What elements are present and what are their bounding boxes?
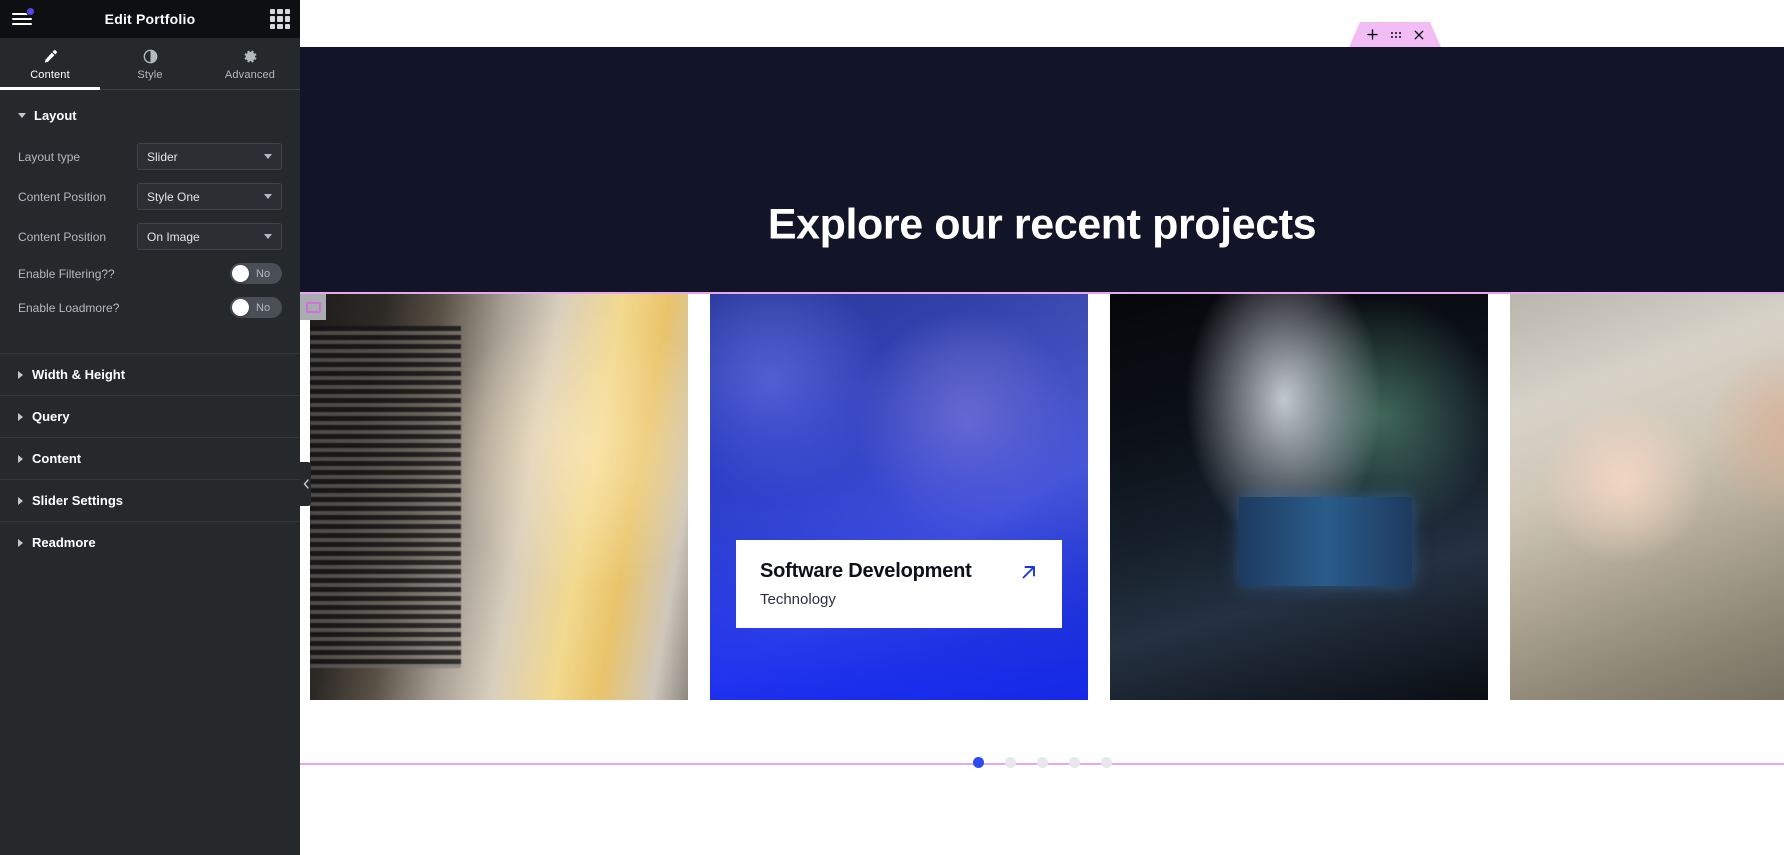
panel-body: Layout Layout type Slider Content Positi…: [0, 90, 300, 855]
hero-band: Explore our recent projects: [300, 47, 1784, 293]
tab-advanced-label: Advanced: [224, 69, 276, 81]
slide-item[interactable]: [310, 294, 688, 700]
pagination-dot[interactable]: [972, 757, 984, 768]
slide-image: [310, 294, 688, 700]
chevron-down-icon: [264, 154, 272, 159]
content-position-placement-value: On Image: [147, 229, 200, 244]
slide-item[interactable]: Software Development Technology: [710, 294, 1088, 700]
section-layout-header[interactable]: Layout: [18, 108, 282, 123]
pagination-dot[interactable]: [1100, 757, 1112, 768]
control-enable-filtering: Enable Filtering?? No: [18, 263, 282, 284]
panel-header: Edit Portfolio: [0, 0, 300, 38]
tab-advanced[interactable]: Advanced: [200, 38, 300, 89]
chevron-right-icon: [18, 370, 23, 379]
control-layout-type-label: Layout type: [18, 149, 81, 164]
control-content-position-style-label: Content Position: [18, 189, 107, 204]
control-enable-filtering-label: Enable Filtering??: [18, 266, 115, 281]
hero-heading: Explore our recent projects: [767, 200, 1317, 249]
slide-category: Technology: [760, 591, 836, 608]
hamburger-menu-icon[interactable]: [10, 6, 36, 32]
arrow-up-right-icon[interactable]: [1004, 561, 1040, 583]
chevron-left-icon: [303, 479, 309, 489]
drag-handle-icon[interactable]: [1391, 32, 1401, 38]
pencil-icon: [43, 49, 58, 64]
slide-image: [1510, 294, 1784, 700]
chevron-down-icon: [264, 194, 272, 199]
section-query[interactable]: Query: [0, 395, 300, 437]
chevron-right-icon: [18, 454, 23, 463]
panel-tabs: Content Style Advanced: [0, 38, 300, 90]
content-position-placement-select[interactable]: On Image: [137, 223, 282, 250]
section-readmore-label: Readmore: [32, 535, 96, 550]
tab-content[interactable]: Content: [0, 38, 100, 90]
elementor-editor: Edit Portfolio Content Style Advanced La…: [0, 0, 1784, 855]
pagination-dot[interactable]: [1004, 757, 1016, 768]
control-enable-loadmore-label: Enable Loadmore?: [18, 300, 120, 315]
chevron-down-icon: [264, 234, 272, 239]
control-content-position-style: Content Position Style One: [18, 183, 282, 210]
toggle-knob: [232, 265, 249, 282]
tab-content-label: Content: [30, 69, 70, 81]
notification-dot: [26, 7, 35, 16]
tab-style-label: Style: [137, 69, 163, 81]
editor-panel: Edit Portfolio Content Style Advanced La…: [0, 0, 311, 855]
gear-icon: [243, 49, 258, 64]
slide-caption-top: Software Development: [760, 560, 1040, 583]
section-readmore[interactable]: Readmore: [0, 521, 300, 563]
slide-item[interactable]: [1110, 294, 1488, 700]
control-content-position-placement: Content Position On Image: [18, 223, 282, 250]
enable-loadmore-value: No: [256, 301, 271, 314]
section-content-label: Content: [32, 451, 82, 466]
slide-item[interactable]: [1510, 294, 1784, 700]
slider-pagination: [300, 757, 1784, 768]
section-query-label: Query: [32, 409, 70, 424]
layout-type-select[interactable]: Slider: [137, 143, 282, 170]
slide-title: Software Development: [760, 560, 972, 582]
section-slider-settings[interactable]: Slider Settings: [0, 479, 300, 521]
section-content[interactable]: Content: [0, 437, 300, 479]
control-layout-type: Layout type Slider: [18, 143, 282, 170]
apps-grid-icon[interactable]: [270, 9, 290, 29]
element-box-icon[interactable]: [300, 294, 326, 320]
section-width-height[interactable]: Width & Height: [0, 353, 300, 395]
enable-loadmore-toggle[interactable]: No: [230, 297, 282, 318]
widget-toolbar: [1349, 22, 1441, 47]
content-position-style-select[interactable]: Style One: [137, 183, 282, 210]
chevron-right-icon: [18, 412, 23, 421]
editor-canvas: Explore our recent projects Software Dev…: [300, 0, 1784, 855]
control-content-position-placement-label: Content Position: [18, 229, 107, 244]
chevron-right-icon: [18, 496, 23, 505]
section-slider-settings-label: Slider Settings: [32, 493, 124, 508]
pagination-dot[interactable]: [1036, 757, 1048, 768]
plus-icon[interactable]: [1367, 29, 1378, 40]
portfolio-slider: Software Development Technology: [300, 294, 1784, 700]
page-title: Edit Portfolio: [104, 11, 196, 27]
slide-caption[interactable]: Software Development Technology: [736, 540, 1062, 628]
enable-filtering-value: No: [256, 267, 271, 280]
layout-type-value: Slider: [147, 149, 178, 164]
tab-style[interactable]: Style: [100, 38, 200, 89]
control-enable-loadmore: Enable Loadmore? No: [18, 297, 282, 318]
section-width-height-label: Width & Height: [32, 367, 126, 382]
toggle-knob: [232, 299, 249, 316]
pagination-dot[interactable]: [1068, 757, 1080, 768]
panel-collapse-handle[interactable]: [300, 462, 311, 506]
section-layout: Layout Layout type Slider Content Positi…: [0, 90, 300, 353]
enable-filtering-toggle[interactable]: No: [230, 263, 282, 284]
slide-image: [1110, 294, 1488, 700]
close-icon[interactable]: [1414, 30, 1424, 40]
content-position-style-value: Style One: [147, 189, 200, 204]
chevron-right-icon: [18, 538, 23, 547]
section-layout-label: Layout: [34, 108, 77, 123]
slide-active-overlay: [710, 294, 1088, 700]
element-box-glyph: [305, 301, 321, 313]
chevron-down-icon: [18, 113, 26, 118]
contrast-icon: [143, 49, 158, 64]
